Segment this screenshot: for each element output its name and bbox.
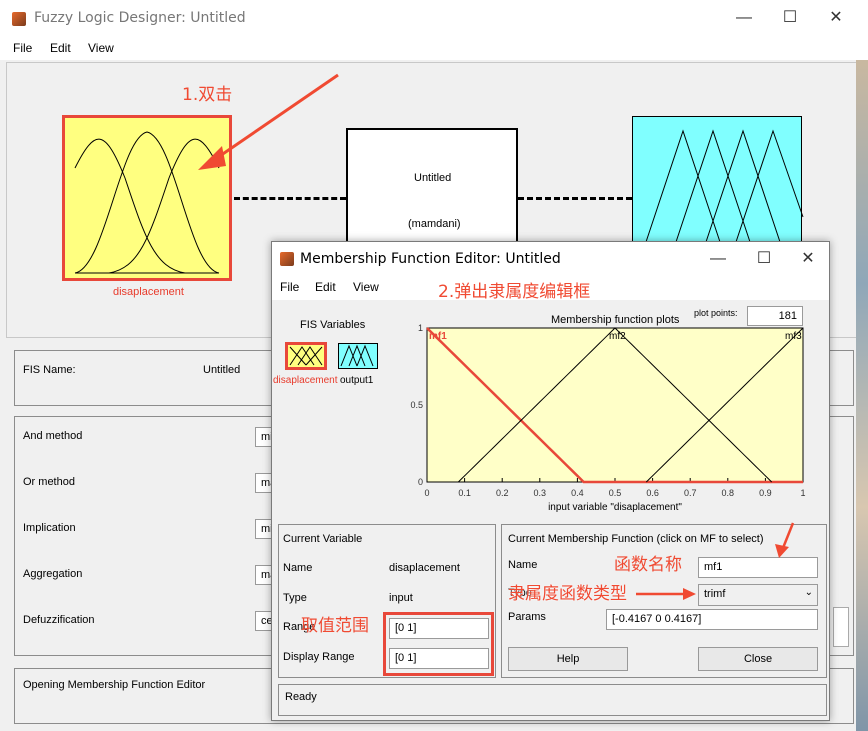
annotation-arrows-editor [636, 522, 795, 600]
